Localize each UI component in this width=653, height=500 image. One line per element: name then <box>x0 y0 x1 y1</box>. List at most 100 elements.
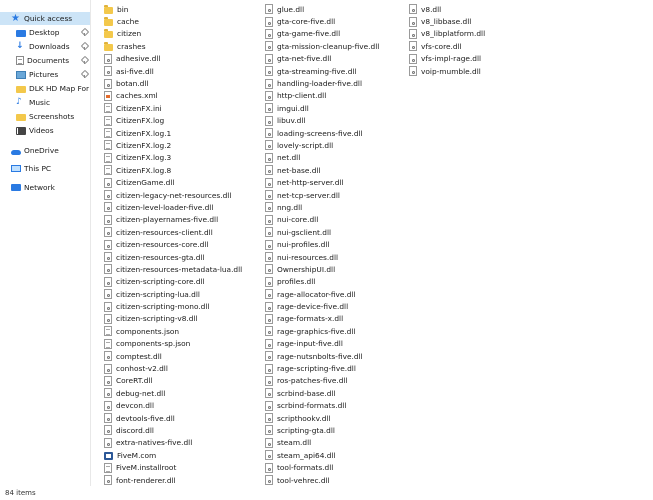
sidebar-item-desktop[interactable]: Desktop <box>0 26 90 39</box>
file-item[interactable]: net-base.dll <box>265 164 379 176</box>
file-item[interactable]: citizen-playernames-five.dll <box>104 214 242 226</box>
file-item[interactable]: imgui.dll <box>265 102 379 114</box>
file-item[interactable]: glue.dll <box>265 3 379 15</box>
file-item[interactable]: gta-mission-cleanup-five.dll <box>265 40 379 52</box>
file-item[interactable]: net.dll <box>265 152 379 164</box>
file-item[interactable]: extra-natives-five.dll <box>104 437 242 449</box>
file-item[interactable]: CitizenFX.log.8 <box>104 164 242 176</box>
file-item[interactable]: CitizenGame.dll <box>104 176 242 188</box>
folder-item[interactable]: citizen <box>104 28 242 40</box>
file-item[interactable]: gta-net-five.dll <box>265 53 379 65</box>
file-item[interactable]: caches.xml <box>104 90 242 102</box>
sidebar-item-music[interactable]: ♪ Music <box>0 96 90 109</box>
file-item[interactable]: components-sp.json <box>104 338 242 350</box>
file-item[interactable]: FiveM.installroot <box>104 461 242 473</box>
file-item[interactable]: tool-formats.dll <box>265 461 379 473</box>
file-item[interactable]: nui-profiles.dll <box>265 238 379 250</box>
file-item[interactable]: profiles.dll <box>265 276 379 288</box>
file-item[interactable]: citizen-scripting-core.dll <box>104 276 242 288</box>
file-item[interactable]: devcon.dll <box>104 400 242 412</box>
file-item[interactable]: steam.dll <box>265 437 379 449</box>
file-item[interactable]: rage-scripting-five.dll <box>265 362 379 374</box>
sidebar-item-quick-access[interactable]: ★ Quick access <box>0 12 90 25</box>
file-item[interactable]: steam_api64.dll <box>265 449 379 461</box>
sidebar-item-dlk-hd-map-for[interactable]: DLK HD Map For <box>0 82 90 95</box>
file-item[interactable]: adhesive.dll <box>104 53 242 65</box>
file-item[interactable]: tool-vehrec.dll <box>265 474 379 486</box>
file-item[interactable]: citizen-legacy-net-resources.dll <box>104 189 242 201</box>
file-item[interactable]: gta-streaming-five.dll <box>265 65 379 77</box>
file-item[interactable]: ros-patches-five.dll <box>265 375 379 387</box>
file-item[interactable]: citizen-resources-gta.dll <box>104 251 242 263</box>
sidebar-item-onedrive[interactable]: OneDrive <box>0 144 90 157</box>
file-item[interactable]: OwnershipUI.dll <box>265 263 379 275</box>
file-item[interactable]: CitizenFX.ini <box>104 102 242 114</box>
file-item[interactable]: discord.dll <box>104 424 242 436</box>
file-name: v8.dll <box>421 4 442 14</box>
file-item[interactable]: rage-input-five.dll <box>265 338 379 350</box>
file-item[interactable]: comptest.dll <box>104 350 242 362</box>
file-item[interactable]: scripthookv.dll <box>265 412 379 424</box>
file-item[interactable]: botan.dll <box>104 77 242 89</box>
sidebar-item-downloads[interactable]: ↓ Downloads <box>0 40 90 53</box>
file-item[interactable]: rage-formats-x.dll <box>265 313 379 325</box>
file-item[interactable]: rage-graphics-five.dll <box>265 325 379 337</box>
sidebar-item-this-pc[interactable]: This PC <box>0 162 90 175</box>
file-item[interactable]: voip-mumble.dll <box>409 65 485 77</box>
file-item[interactable]: scrbind-base.dll <box>265 387 379 399</box>
sidebar-item-documents[interactable]: Documents <box>0 54 90 67</box>
file-item[interactable]: citizen-scripting-v8.dll <box>104 313 242 325</box>
desktop-icon <box>16 29 26 37</box>
file-item[interactable]: font-renderer.dll <box>104 474 242 486</box>
file-item[interactable]: gta-game-five.dll <box>265 28 379 40</box>
file-item[interactable]: asi-five.dll <box>104 65 242 77</box>
dll-file-icon <box>265 165 273 176</box>
file-item[interactable]: devtools-five.dll <box>104 412 242 424</box>
file-item[interactable]: lovely-script.dll <box>265 139 379 151</box>
file-item[interactable]: vfs-core.dll <box>409 40 485 52</box>
file-item[interactable]: debug-net.dll <box>104 387 242 399</box>
file-item[interactable]: loading-screens-five.dll <box>265 127 379 139</box>
file-item[interactable]: nng.dll <box>265 201 379 213</box>
file-item[interactable]: CoreRT.dll <box>104 375 242 387</box>
file-item[interactable]: citizen-scripting-lua.dll <box>104 288 242 300</box>
folder-item[interactable]: bin <box>104 3 242 15</box>
file-item[interactable]: CitizenFX.log.2 <box>104 139 242 151</box>
file-item[interactable]: libuv.dll <box>265 115 379 127</box>
file-item[interactable]: v8_libbase.dll <box>409 15 485 27</box>
file-item[interactable]: CitizenFX.log.1 <box>104 127 242 139</box>
file-item[interactable]: v8_libplatform.dll <box>409 28 485 40</box>
file-item[interactable]: components.json <box>104 325 242 337</box>
file-item[interactable]: citizen-level-loader-five.dll <box>104 201 242 213</box>
file-item[interactable]: net-tcp-server.dll <box>265 189 379 201</box>
file-item[interactable]: vfs-impl-rage.dll <box>409 53 485 65</box>
file-item[interactable]: rage-nutsnbolts-five.dll <box>265 350 379 362</box>
file-item[interactable]: gta-core-five.dll <box>265 15 379 27</box>
file-item[interactable]: conhost-v2.dll <box>104 362 242 374</box>
file-name: gta-mission-cleanup-five.dll <box>277 41 380 51</box>
sidebar-item-screenshots[interactable]: Screenshots <box>0 110 90 123</box>
file-item[interactable]: net-http-server.dll <box>265 176 379 188</box>
sidebar-item-pictures[interactable]: Pictures <box>0 68 90 81</box>
file-item[interactable]: citizen-resources-metadata-lua.dll <box>104 263 242 275</box>
sidebar-item-network[interactable]: Network <box>0 181 90 194</box>
file-item[interactable]: v8.dll <box>409 3 485 15</box>
file-item[interactable]: citizen-scripting-mono.dll <box>104 300 242 312</box>
folder-item[interactable]: crashes <box>104 40 242 52</box>
file-item[interactable]: citizen-resources-core.dll <box>104 238 242 250</box>
file-item[interactable]: nui-gsclient.dll <box>265 226 379 238</box>
file-item[interactable]: CitizenFX.log <box>104 115 242 127</box>
file-item[interactable]: rage-allocator-five.dll <box>265 288 379 300</box>
sidebar-item-videos[interactable]: Videos <box>0 124 90 137</box>
file-item[interactable]: CitizenFX.log.3 <box>104 152 242 164</box>
file-item[interactable]: handling-loader-five.dll <box>265 77 379 89</box>
file-item[interactable]: http-client.dll <box>265 90 379 102</box>
file-item[interactable]: scripting-gta.dll <box>265 424 379 436</box>
folder-item[interactable]: cache <box>104 15 242 27</box>
file-item[interactable]: rage-device-five.dll <box>265 300 379 312</box>
file-item[interactable]: citizen-resources-client.dll <box>104 226 242 238</box>
file-item[interactable]: FiveM.com <box>104 449 242 461</box>
file-item[interactable]: nui-resources.dll <box>265 251 379 263</box>
file-item[interactable]: nui-core.dll <box>265 214 379 226</box>
file-item[interactable]: scrbind-formats.dll <box>265 400 379 412</box>
